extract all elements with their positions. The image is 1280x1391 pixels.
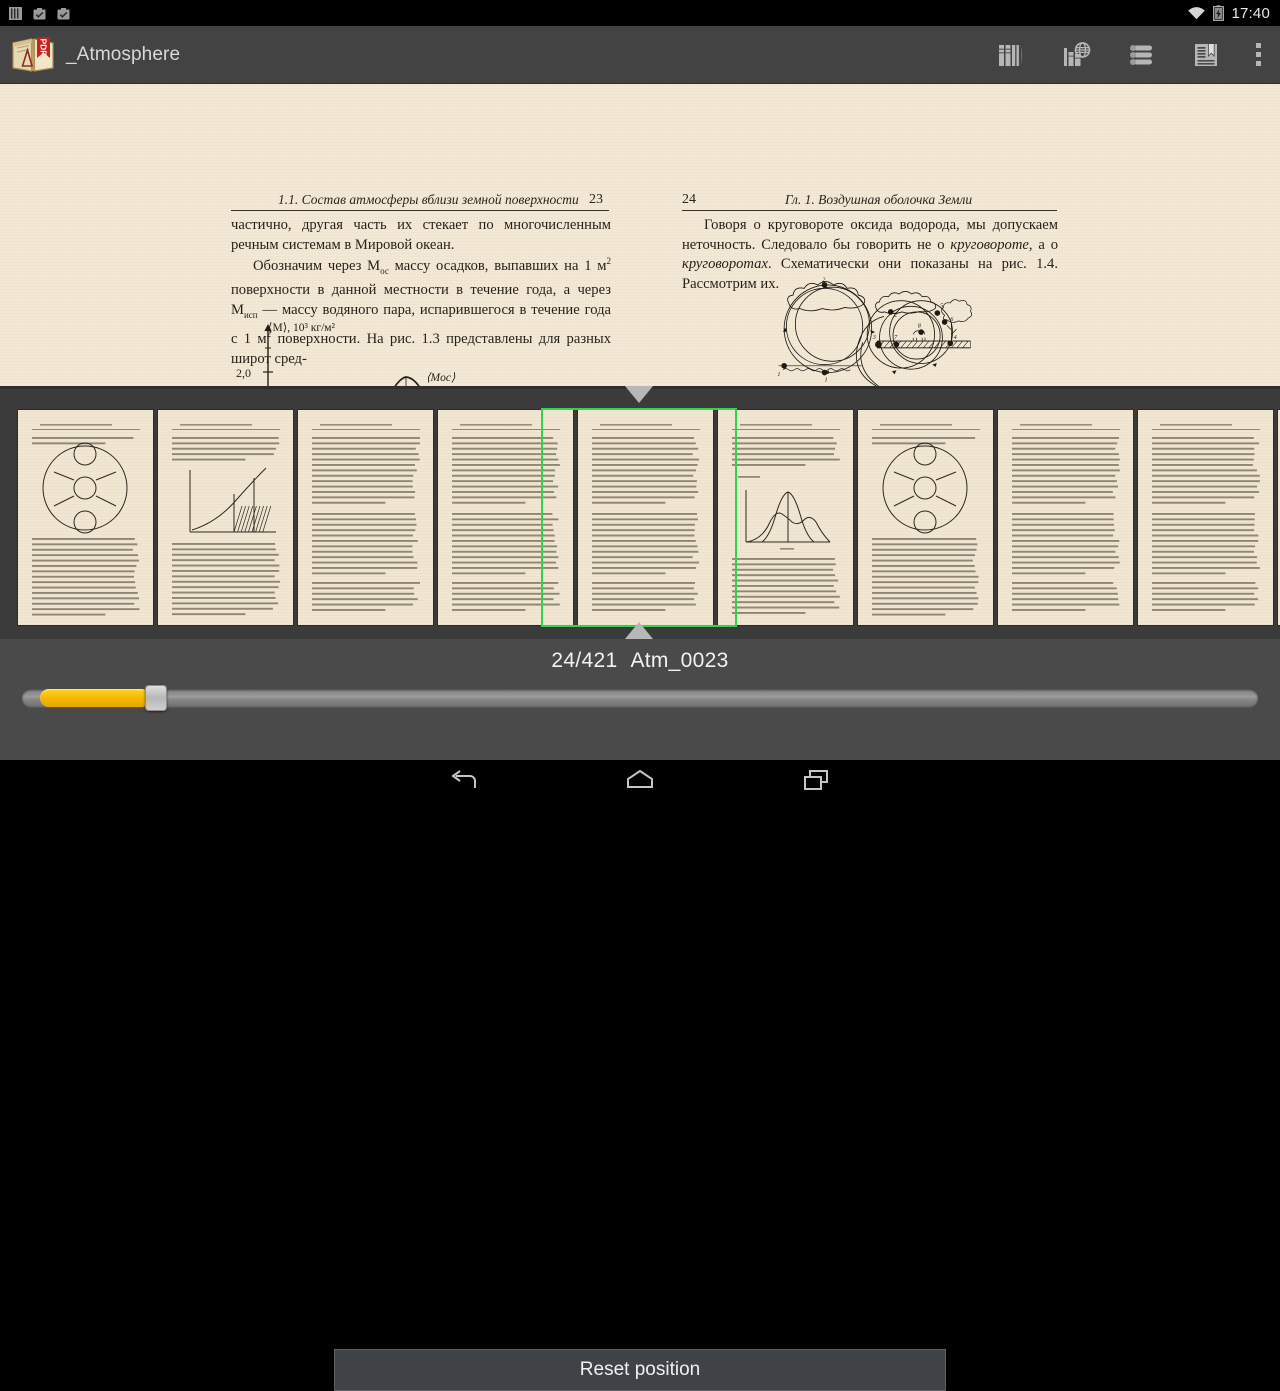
thumbnail-page-content: [438, 410, 573, 625]
svg-text:7: 7: [894, 335, 898, 341]
current-page-caret-bottom-icon: [625, 622, 653, 639]
bookshelf-icon: [996, 40, 1026, 70]
page-indicator: 24/421 Atm_0023: [0, 649, 1280, 673]
status-bar-clock: 17:40: [1231, 5, 1270, 22]
battery-charging-icon: [1213, 5, 1224, 21]
thumbnail-page-content: [718, 410, 853, 625]
status-bar-left-icons: [0, 6, 71, 21]
status-bar-right-icons: 17:40: [1187, 5, 1280, 22]
action-bar-toolbar: [978, 26, 1280, 84]
wifi-icon: [1187, 6, 1206, 21]
thumbnail-page-content: [858, 410, 993, 625]
seek-fill: [40, 689, 150, 707]
svg-text:8: 8: [918, 324, 922, 330]
status-bar: 17:40: [0, 0, 1280, 26]
back-icon: [451, 769, 477, 791]
library-shelf-button[interactable]: [978, 26, 1043, 84]
page-head-rule: [231, 210, 609, 211]
home-icon: [626, 769, 654, 791]
thumbnail-page-22[interactable]: [438, 410, 573, 625]
page-paragraph-1: частично, другая часть их стекает по мно…: [231, 216, 611, 255]
more-vertical-icon: [1256, 42, 1262, 68]
app-title: _Atmosphere: [66, 44, 180, 66]
recents-icon: [803, 769, 829, 791]
svg-text:5: 5: [940, 303, 943, 309]
page-running-head: 1.1. Состав атмосферы вблизи земной пове…: [278, 192, 579, 208]
thumbnail-page-content: [18, 410, 153, 625]
thumbnail-row[interactable]: [0, 410, 1280, 625]
thumbnail-page-21[interactable]: [298, 410, 433, 625]
thumbnail-page-content: [578, 410, 713, 625]
chart-series-label-0: ⟨Mос⟩: [426, 370, 455, 384]
save-check-icon: [56, 6, 71, 21]
bookmarks-button[interactable]: [1173, 26, 1238, 84]
document-viewer[interactable]: 1.1. Состав атмосферы вблизи земной пове…: [0, 84, 1280, 386]
page-number: 24: [682, 192, 696, 208]
svg-text:2: 2: [894, 312, 897, 318]
overflow-menu-button[interactable]: [1238, 26, 1280, 84]
thumbnail-page-content: [298, 410, 433, 625]
thumbnail-page-26[interactable]: [1138, 410, 1273, 625]
system-navigation-bar: [0, 760, 1280, 800]
page-number: 23: [589, 192, 603, 208]
online-library-button[interactable]: [1043, 26, 1108, 84]
water-cycle-diagram: 1 1 2 2 3 4 5 6 7 8: [685, 276, 1055, 386]
list-icon: [1126, 40, 1156, 70]
nav-home-button[interactable]: [612, 760, 668, 800]
thumbnail-page-25[interactable]: [998, 410, 1133, 625]
document-page-left: 1.1. Состав атмосферы вблизи земной пове…: [0, 84, 640, 386]
thumbnail-page-content: [998, 410, 1133, 625]
svg-text:4: 4: [954, 335, 957, 341]
bookmark-page-icon: [1191, 40, 1221, 70]
figure-1-3-chart: ⟨M⟩, 10³ кг/м² 2,0 1,5 1,0: [250, 322, 550, 386]
contents-list-button[interactable]: [1108, 26, 1173, 84]
thumbnail-page-content: [158, 410, 293, 625]
svg-text:1: 1: [825, 378, 828, 384]
bottom-panel: 24/421 Atm_0023 Reset position: [0, 639, 1280, 760]
page-seek-bar[interactable]: [22, 685, 1258, 711]
nav-recents-button[interactable]: [788, 760, 844, 800]
thumbnail-page-24[interactable]: [858, 410, 993, 625]
action-bar: PDF _Atmosphere: [0, 26, 1280, 84]
svg-text:2: 2: [822, 278, 825, 284]
page-running-head: Гл. 1. Воздушная оболочка Земли: [785, 192, 972, 208]
thumbnail-page-content: [1138, 410, 1273, 625]
thumbnail-page-19[interactable]: [18, 410, 153, 625]
save-check-icon: [32, 6, 47, 21]
reset-position-button[interactable]: Reset position: [334, 1349, 946, 1391]
nav-back-button[interactable]: [436, 760, 492, 800]
chart-ytick-0: 2,0: [236, 366, 251, 381]
chart-y-axis-label: ⟨M⟩, 10³ кг/м²: [268, 320, 335, 334]
svg-text:PDF: PDF: [39, 39, 49, 56]
pdf-book-icon: PDF: [11, 35, 55, 75]
seek-thumb[interactable]: [145, 685, 167, 711]
sim-card-icon: [8, 6, 23, 21]
thumbnail-page-23b[interactable]: [718, 410, 853, 625]
svg-text:1: 1: [777, 372, 780, 378]
document-page-right: 24 Гл. 1. Воздушная оболочка Земли Говор…: [640, 84, 1280, 386]
thumbnail-page-23[interactable]: [578, 410, 713, 625]
thumbnail-strip[interactable]: [0, 386, 1280, 639]
svg-text:3: 3: [872, 335, 876, 341]
page-head-rule: [682, 210, 1057, 211]
page-indicator-count: 24/421: [551, 649, 617, 672]
bookshelf-globe-icon: [1061, 40, 1091, 70]
thumbnail-page-20[interactable]: [158, 410, 293, 625]
seek-track[interactable]: [22, 689, 1258, 707]
page-indicator-name: Atm_0023: [630, 649, 728, 672]
current-page-caret-top-icon: [625, 386, 653, 403]
